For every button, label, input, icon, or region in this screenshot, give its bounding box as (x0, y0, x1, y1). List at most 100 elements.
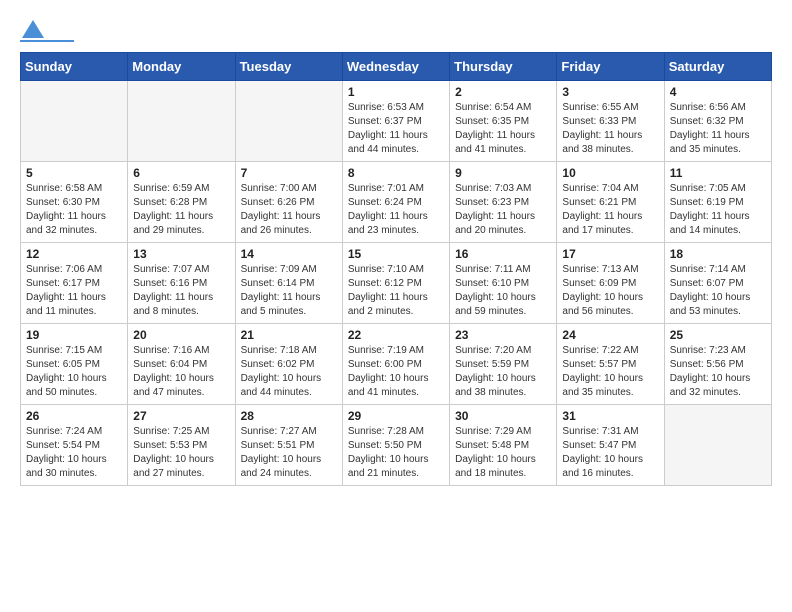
calendar-cell: 31 Sunrise: 7:31 AM Sunset: 5:47 PM Dayli… (557, 405, 664, 486)
day-number: 25 (670, 328, 766, 342)
day-info: Sunrise: 7:06 AM Sunset: 6:17 PM Dayligh… (26, 263, 122, 319)
day-info: Sunrise: 7:09 AM Sunset: 6:14 PM Dayligh… (241, 263, 337, 319)
logo-underline (20, 40, 74, 42)
header-sunday: Sunday (21, 53, 128, 81)
day-info: Sunrise: 7:19 AM Sunset: 6:00 PM Dayligh… (348, 344, 444, 400)
calendar-cell (235, 81, 342, 162)
calendar-cell: 26 Sunrise: 7:24 AM Sunset: 5:54 PM Dayli… (21, 405, 128, 486)
calendar-cell: 15 Sunrise: 7:10 AM Sunset: 6:12 PM Dayli… (342, 243, 449, 324)
header-thursday: Thursday (450, 53, 557, 81)
header-tuesday: Tuesday (235, 53, 342, 81)
day-number: 1 (348, 85, 444, 99)
calendar-cell (664, 405, 771, 486)
day-info: Sunrise: 7:20 AM Sunset: 5:59 PM Dayligh… (455, 344, 551, 400)
day-number: 15 (348, 247, 444, 261)
day-info: Sunrise: 7:27 AM Sunset: 5:51 PM Dayligh… (241, 425, 337, 481)
calendar-cell: 21 Sunrise: 7:18 AM Sunset: 6:02 PM Dayli… (235, 324, 342, 405)
header-monday: Monday (128, 53, 235, 81)
calendar-cell: 8 Sunrise: 7:01 AM Sunset: 6:24 PM Daylig… (342, 162, 449, 243)
calendar-cell: 18 Sunrise: 7:14 AM Sunset: 6:07 PM Dayli… (664, 243, 771, 324)
day-info: Sunrise: 7:13 AM Sunset: 6:09 PM Dayligh… (562, 263, 658, 319)
logo-triangle-icon (22, 20, 44, 38)
day-info: Sunrise: 7:07 AM Sunset: 6:16 PM Dayligh… (133, 263, 229, 319)
logo (20, 20, 74, 42)
calendar-cell: 28 Sunrise: 7:27 AM Sunset: 5:51 PM Dayli… (235, 405, 342, 486)
calendar-cell: 20Sunrise: 7:16 AM Sunset: 6:04 PM Dayli… (128, 324, 235, 405)
day-info: Sunrise: 7:14 AM Sunset: 6:07 PM Dayligh… (670, 263, 766, 319)
day-info: Sunrise: 7:03 AM Sunset: 6:23 PM Dayligh… (455, 182, 551, 238)
day-number: 21 (241, 328, 337, 342)
calendar-cell: 30 Sunrise: 7:29 AM Sunset: 5:48 PM Dayli… (450, 405, 557, 486)
day-number: 30 (455, 409, 551, 423)
day-info: Sunrise: 6:54 AM Sunset: 6:35 PM Dayligh… (455, 101, 551, 157)
calendar-cell: 9 Sunrise: 7:03 AM Sunset: 6:23 PM Daylig… (450, 162, 557, 243)
day-number: 26 (26, 409, 122, 423)
day-number: 13 (133, 247, 229, 261)
calendar-cell: 2 Sunrise: 6:54 AM Sunset: 6:35 PM Daylig… (450, 81, 557, 162)
calendar-cell: 12 Sunrise: 7:06 AM Sunset: 6:17 PM Dayli… (21, 243, 128, 324)
day-number: 18 (670, 247, 766, 261)
day-info: Sunrise: 7:25 AM Sunset: 5:53 PM Dayligh… (133, 425, 229, 481)
day-number: 19 (26, 328, 122, 342)
calendar-cell: 1Sunrise: 6:53 AM Sunset: 6:37 PM Daylig… (342, 81, 449, 162)
calendar-week-1: 1Sunrise: 6:53 AM Sunset: 6:37 PM Daylig… (21, 81, 772, 162)
day-info: Sunrise: 7:18 AM Sunset: 6:02 PM Dayligh… (241, 344, 337, 400)
day-info: Sunrise: 7:04 AM Sunset: 6:21 PM Dayligh… (562, 182, 658, 238)
day-number: 9 (455, 166, 551, 180)
day-info: Sunrise: 7:10 AM Sunset: 6:12 PM Dayligh… (348, 263, 444, 319)
calendar-cell: 17 Sunrise: 7:13 AM Sunset: 6:09 PM Dayli… (557, 243, 664, 324)
calendar-cell: 24 Sunrise: 7:22 AM Sunset: 5:57 PM Dayli… (557, 324, 664, 405)
day-number: 27 (133, 409, 229, 423)
day-info: Sunrise: 6:58 AM Sunset: 6:30 PM Dayligh… (26, 182, 122, 238)
weekday-header-row: Sunday Monday Tuesday Wednesday Thursday… (21, 53, 772, 81)
day-number: 17 (562, 247, 658, 261)
day-info: Sunrise: 7:24 AM Sunset: 5:54 PM Dayligh… (26, 425, 122, 481)
calendar-cell: 23Sunrise: 7:20 AM Sunset: 5:59 PM Dayli… (450, 324, 557, 405)
day-number: 29 (348, 409, 444, 423)
day-number: 4 (670, 85, 766, 99)
day-number: 31 (562, 409, 658, 423)
main-container: Sunday Monday Tuesday Wednesday Thursday… (0, 0, 792, 496)
day-info: Sunrise: 6:56 AM Sunset: 6:32 PM Dayligh… (670, 101, 766, 157)
day-number: 10 (562, 166, 658, 180)
calendar-cell (21, 81, 128, 162)
day-info: Sunrise: 7:15 AM Sunset: 6:05 PM Dayligh… (26, 344, 122, 400)
day-info: Sunrise: 6:59 AM Sunset: 6:28 PM Dayligh… (133, 182, 229, 238)
day-number: 28 (241, 409, 337, 423)
calendar-cell: 19 Sunrise: 7:15 AM Sunset: 6:05 PM Dayli… (21, 324, 128, 405)
header (20, 20, 772, 42)
day-number: 3 (562, 85, 658, 99)
calendar-cell: 29Sunrise: 7:28 AM Sunset: 5:50 PM Dayli… (342, 405, 449, 486)
day-number: 12 (26, 247, 122, 261)
day-number: 5 (26, 166, 122, 180)
calendar-week-3: 12 Sunrise: 7:06 AM Sunset: 6:17 PM Dayli… (21, 243, 772, 324)
day-number: 16 (455, 247, 551, 261)
day-info: Sunrise: 6:55 AM Sunset: 6:33 PM Dayligh… (562, 101, 658, 157)
day-number: 6 (133, 166, 229, 180)
day-number: 2 (455, 85, 551, 99)
day-number: 8 (348, 166, 444, 180)
calendar-cell: 11Sunrise: 7:05 AM Sunset: 6:19 PM Dayli… (664, 162, 771, 243)
day-info: Sunrise: 7:16 AM Sunset: 6:04 PM Dayligh… (133, 344, 229, 400)
calendar-cell: 5 Sunrise: 6:58 AM Sunset: 6:30 PM Daylig… (21, 162, 128, 243)
day-info: Sunrise: 7:29 AM Sunset: 5:48 PM Dayligh… (455, 425, 551, 481)
calendar-cell: 3 Sunrise: 6:55 AM Sunset: 6:33 PM Daylig… (557, 81, 664, 162)
day-info: Sunrise: 7:31 AM Sunset: 5:47 PM Dayligh… (562, 425, 658, 481)
calendar-cell (128, 81, 235, 162)
calendar-cell: 22 Sunrise: 7:19 AM Sunset: 6:00 PM Dayli… (342, 324, 449, 405)
calendar-week-5: 26 Sunrise: 7:24 AM Sunset: 5:54 PM Dayli… (21, 405, 772, 486)
calendar-cell: 10 Sunrise: 7:04 AM Sunset: 6:21 PM Dayli… (557, 162, 664, 243)
calendar-cell: 27 Sunrise: 7:25 AM Sunset: 5:53 PM Dayli… (128, 405, 235, 486)
day-info: Sunrise: 7:11 AM Sunset: 6:10 PM Dayligh… (455, 263, 551, 319)
calendar-cell: 16 Sunrise: 7:11 AM Sunset: 6:10 PM Dayli… (450, 243, 557, 324)
calendar-cell: 14Sunrise: 7:09 AM Sunset: 6:14 PM Dayli… (235, 243, 342, 324)
calendar-cell: 6 Sunrise: 6:59 AM Sunset: 6:28 PM Daylig… (128, 162, 235, 243)
day-info: Sunrise: 7:23 AM Sunset: 5:56 PM Dayligh… (670, 344, 766, 400)
calendar-table: Sunday Monday Tuesday Wednesday Thursday… (20, 52, 772, 486)
day-info: Sunrise: 7:01 AM Sunset: 6:24 PM Dayligh… (348, 182, 444, 238)
day-number: 22 (348, 328, 444, 342)
header-saturday: Saturday (664, 53, 771, 81)
day-number: 24 (562, 328, 658, 342)
day-info: Sunrise: 7:22 AM Sunset: 5:57 PM Dayligh… (562, 344, 658, 400)
header-friday: Friday (557, 53, 664, 81)
